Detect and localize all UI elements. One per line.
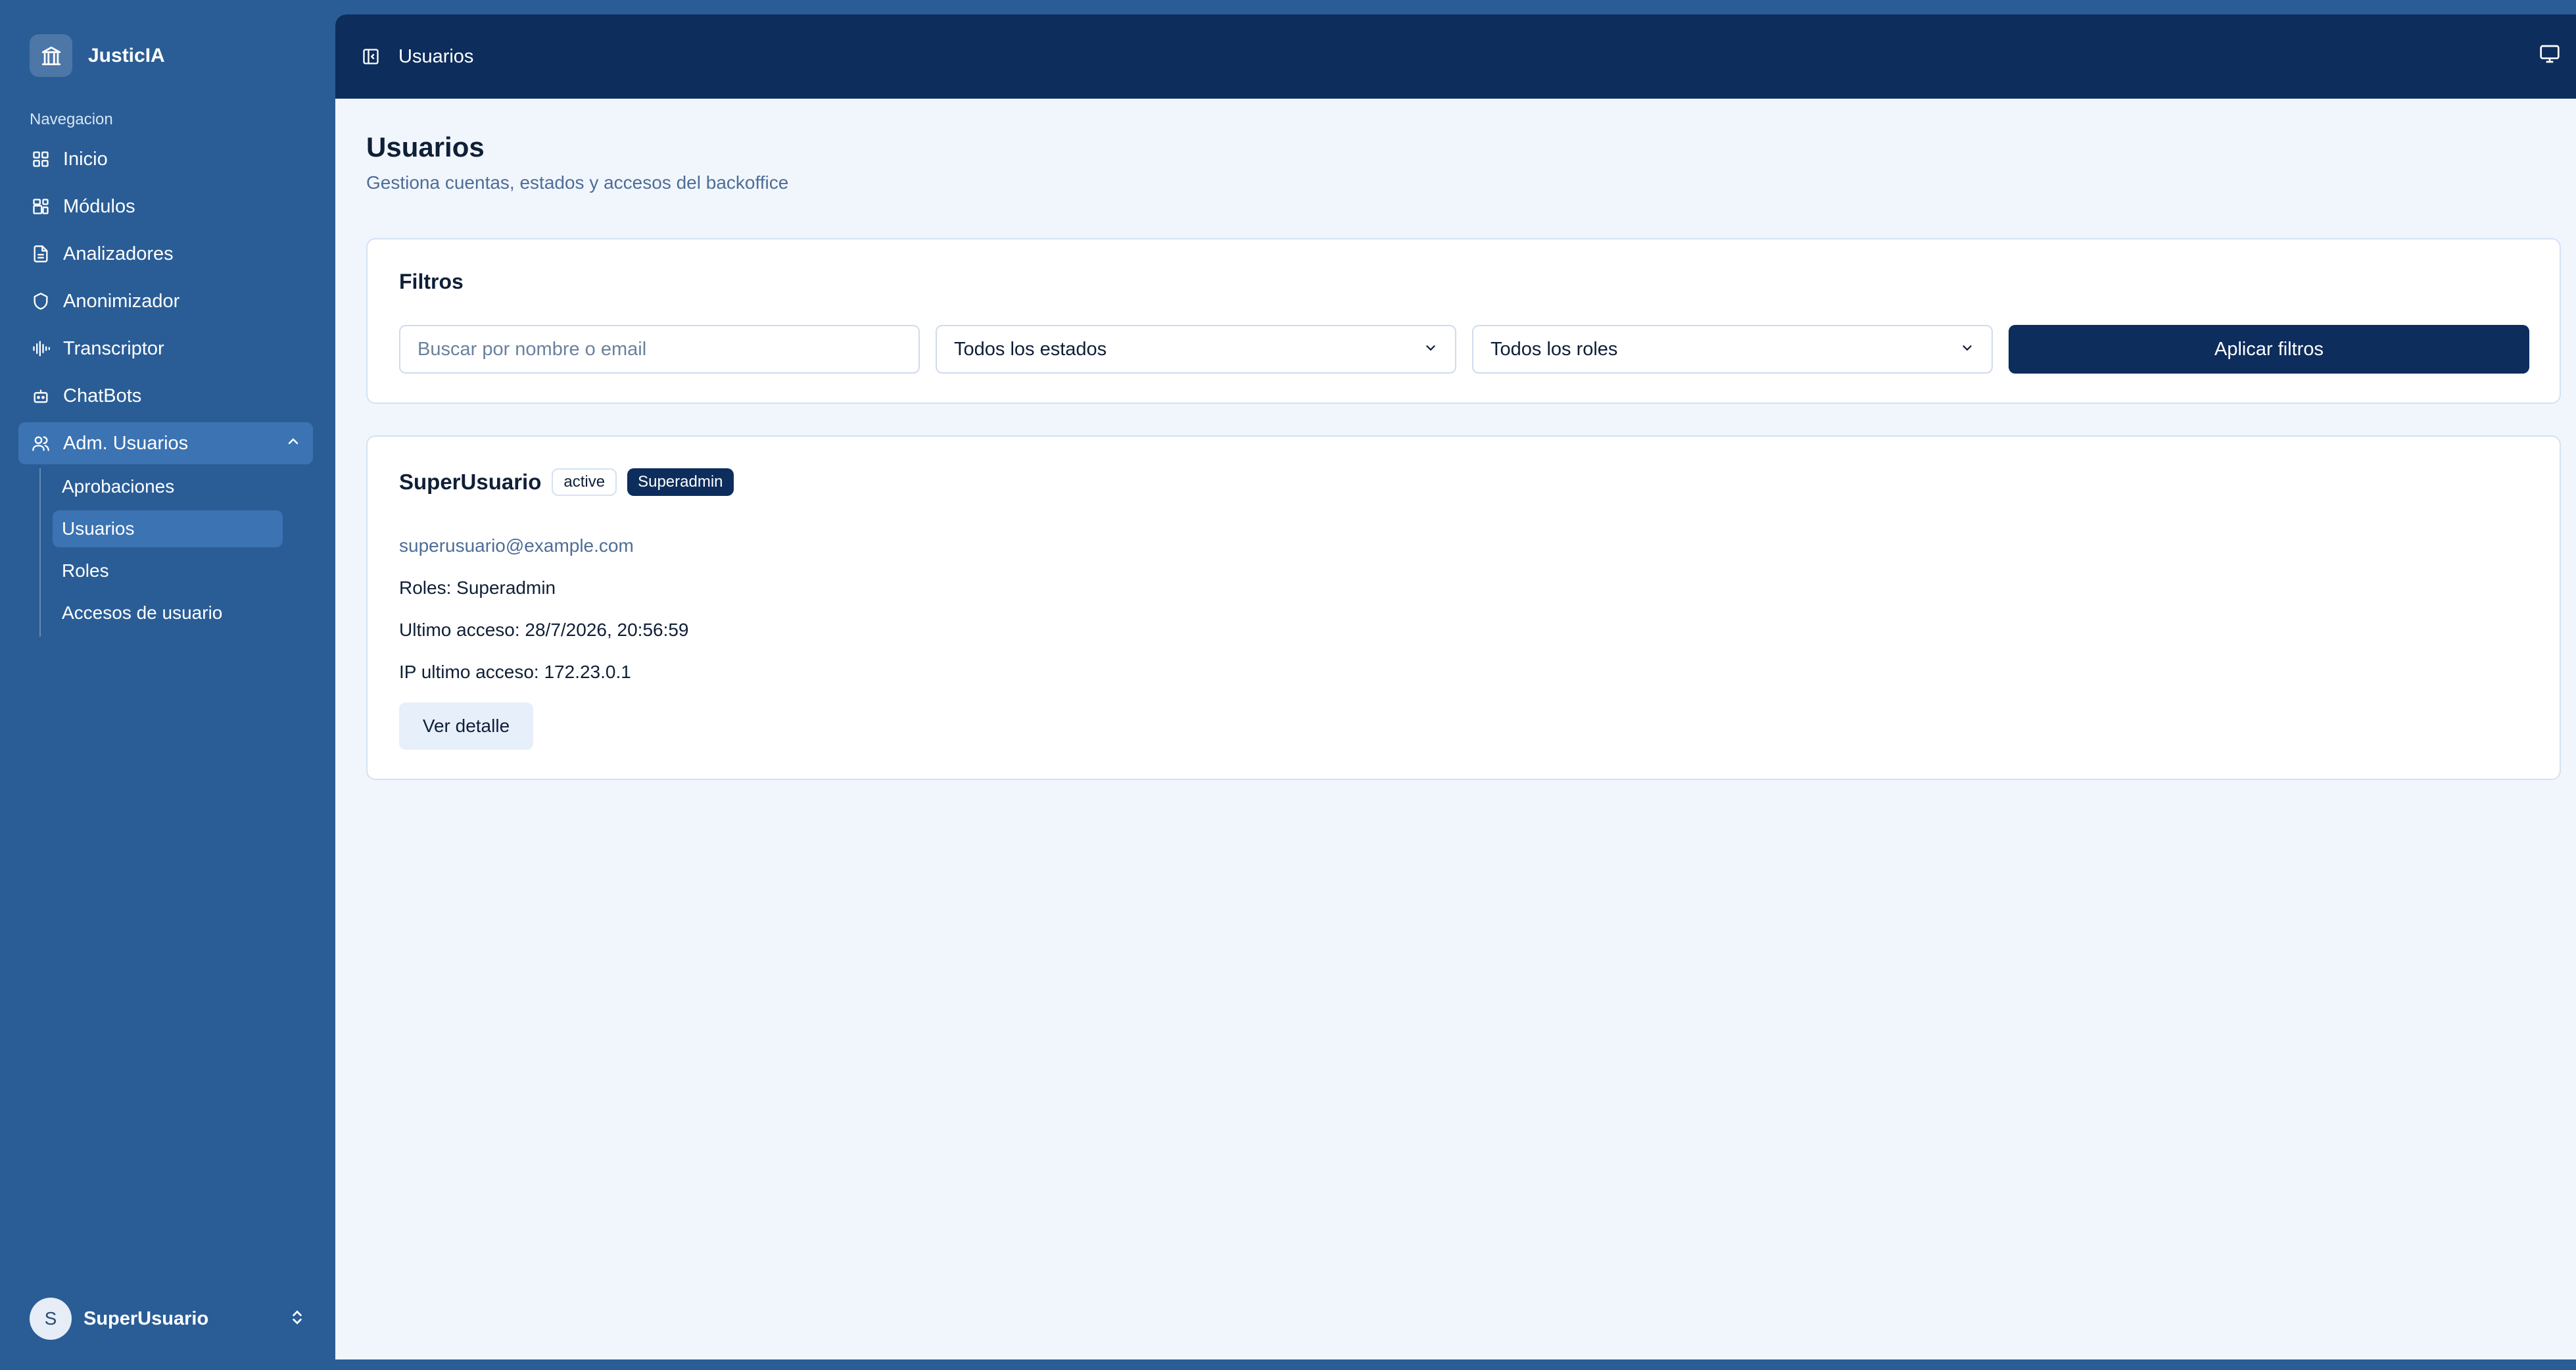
sidebar-item-anonimizador[interactable]: Anonimizador <box>18 280 313 322</box>
document-icon <box>30 243 51 264</box>
filters-title: Filtros <box>399 270 464 293</box>
role-select-value: Todos los roles <box>1491 338 1618 360</box>
brand[interactable]: JusticIA <box>30 34 165 77</box>
sidebar-subitem-aprobaciones[interactable]: Aprobaciones <box>53 468 283 505</box>
sidebar-item-label: ChatBots <box>63 385 142 406</box>
chevron-down-icon <box>1960 339 1974 360</box>
search-input[interactable]: Buscar por nombre o email <box>399 325 920 374</box>
chevron-up-icon <box>285 433 301 454</box>
sidebar: JusticIA Navegacion Inicio Módulos Anali… <box>0 0 335 1370</box>
modules-icon <box>30 196 51 217</box>
status-badge: active <box>552 468 617 496</box>
role-select[interactable]: Todos los roles <box>1472 325 1993 374</box>
sidebar-item-transcriptor[interactable]: Transcriptor <box>18 328 313 370</box>
apply-filters-button[interactable]: Aplicar filtros <box>2009 325 2529 374</box>
user-card-last-access: Ultimo acceso: 28/7/2026, 20:56:59 <box>399 620 689 640</box>
avatar: S <box>30 1298 72 1340</box>
sidebar-nav: Inicio Módulos Analizadores Anonimizador <box>18 138 313 470</box>
page-title: Usuarios <box>366 132 485 162</box>
status-select-value: Todos los estados <box>954 338 1107 360</box>
grid-icon <box>30 149 51 170</box>
view-detail-button[interactable]: Ver detalle <box>399 702 533 750</box>
sidebar-item-label: Transcriptor <box>63 337 164 359</box>
chevrons-up-down-icon <box>289 1309 306 1329</box>
monitor-icon[interactable] <box>2539 43 2560 68</box>
sidebar-item-label: Anonimizador <box>63 290 180 312</box>
user-card-roles: Roles: Superadmin <box>399 577 556 598</box>
user-card-name: SuperUsuario <box>399 470 542 494</box>
bot-icon <box>30 385 51 406</box>
courthouse-icon <box>30 34 72 77</box>
sidebar-subitem-usuarios[interactable]: Usuarios <box>53 510 283 547</box>
user-card: SuperUsuario active Superadmin superusua… <box>366 435 2561 780</box>
sidebar-item-label: Inicio <box>63 148 108 170</box>
sidebar-item-chatbots[interactable]: ChatBots <box>18 375 313 417</box>
app-window: JusticIA Navegacion Inicio Módulos Anali… <box>0 0 2576 1370</box>
sidebar-subnav: Aprobaciones Usuarios Roles Accesos de u… <box>39 468 283 637</box>
users-icon <box>30 433 51 454</box>
sidebar-toggle-icon[interactable] <box>358 43 384 70</box>
user-menu[interactable]: S SuperUsuario <box>30 1297 306 1340</box>
waveform-icon <box>30 338 51 359</box>
sidebar-subitem-roles[interactable]: Roles <box>53 552 283 589</box>
sidebar-item-label: Analizadores <box>63 243 174 264</box>
sidebar-item-inicio[interactable]: Inicio <box>18 138 313 180</box>
user-card-ip: IP ultimo acceso: 172.23.0.1 <box>399 662 631 682</box>
sidebar-item-modulos[interactable]: Módulos <box>18 185 313 228</box>
sidebar-item-label: Módulos <box>63 195 135 217</box>
user-card-email: superusuario@example.com <box>399 535 634 556</box>
topbar: Usuarios <box>335 14 2576 99</box>
user-name: SuperUsuario <box>83 1308 209 1329</box>
topbar-title: Usuarios <box>398 45 474 67</box>
user-card-header: SuperUsuario active Superadmin <box>399 468 734 496</box>
main-content: Usuarios Usuarios Gestiona cuentas, esta… <box>335 14 2576 1359</box>
nav-section-label: Navegacion <box>30 110 113 128</box>
sidebar-item-adm-usuarios[interactable]: Adm. Usuarios <box>18 422 313 464</box>
sidebar-item-label: Adm. Usuarios <box>63 432 189 454</box>
sidebar-subitem-accesos[interactable]: Accesos de usuario <box>53 595 283 631</box>
status-select[interactable]: Todos los estados <box>936 325 1456 374</box>
page-subtitle: Gestiona cuentas, estados y accesos del … <box>366 172 789 193</box>
chevron-down-icon <box>1423 339 1438 360</box>
role-badge: Superadmin <box>627 468 734 496</box>
filters-card: Filtros Buscar por nombre o email Todos … <box>366 238 2561 404</box>
sidebar-item-analizadores[interactable]: Analizadores <box>18 233 313 275</box>
app-name: JusticIA <box>88 44 165 66</box>
shield-icon <box>30 291 51 312</box>
